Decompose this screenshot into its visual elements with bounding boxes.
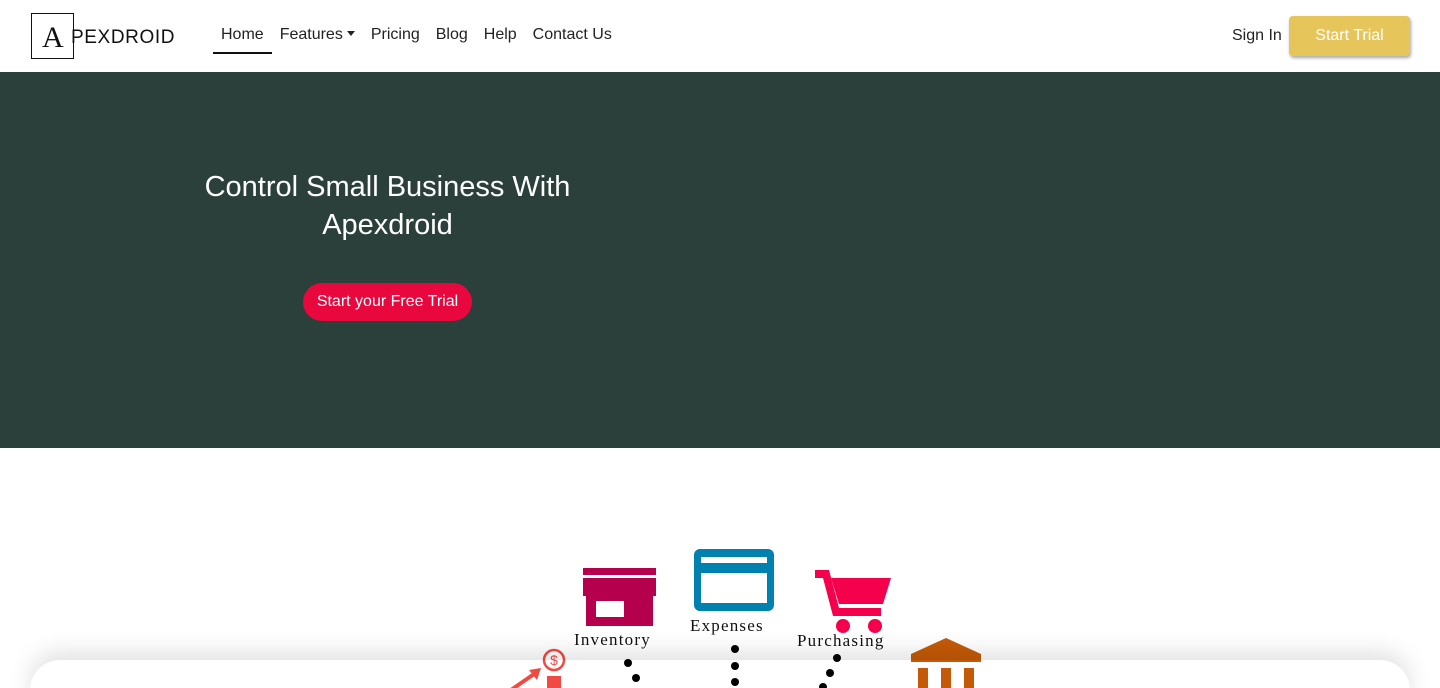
start-trial-button[interactable]: Start Trial <box>1289 16 1410 56</box>
sign-in-link[interactable]: Sign In <box>1232 27 1282 45</box>
nav-contact-us[interactable]: Contact Us <box>525 22 620 52</box>
connector-dot <box>731 645 739 653</box>
next-section-card <box>30 660 1410 688</box>
nav-help[interactable]: Help <box>476 22 525 52</box>
hero-section: Control Small Business With Apexdroid St… <box>0 72 1440 448</box>
free-trial-button[interactable]: Start your Free Trial <box>303 283 472 321</box>
inventory-label: Inventory <box>574 630 651 649</box>
store-icon <box>583 568 656 626</box>
logo-wordmark: PEXDROID <box>71 27 176 48</box>
shopping-cart-icon <box>815 570 891 633</box>
caret-down-icon <box>346 31 355 36</box>
nav-home[interactable]: Home <box>213 22 272 54</box>
credit-card-icon <box>694 549 774 611</box>
main-nav: Home Features Pricing Blog Help Contact … <box>213 22 620 54</box>
logo-initial: A <box>42 21 64 54</box>
nav-features[interactable]: Features <box>272 22 363 52</box>
expenses-label: Expenses <box>690 616 764 635</box>
nav-blog[interactable]: Blog <box>428 22 476 52</box>
nav-features-label: Features <box>279 26 343 43</box>
nav-pricing[interactable]: Pricing <box>363 22 428 52</box>
purchasing-label: Purchasing <box>797 631 885 650</box>
navbar: A PEXDROID Home Features Pricing Blog He… <box>0 0 1440 72</box>
hero-title: Control Small Business With Apexdroid <box>204 171 571 241</box>
apexdroid-logo[interactable]: A PEXDROID <box>31 13 183 59</box>
